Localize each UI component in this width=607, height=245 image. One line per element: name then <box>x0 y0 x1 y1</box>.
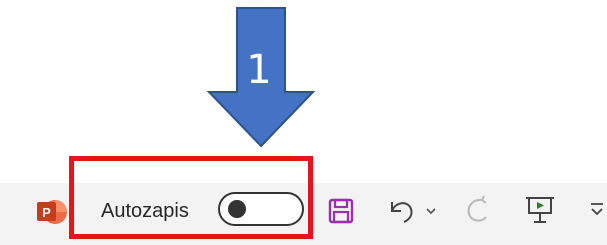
callout-number: 1 <box>246 47 272 93</box>
save-icon[interactable] <box>326 196 356 226</box>
undo-icon[interactable] <box>384 194 416 226</box>
powerpoint-icon[interactable]: P <box>34 194 70 230</box>
toggle-knob <box>228 200 246 218</box>
autosave-label: Autozapis <box>101 200 189 222</box>
start-slideshow-icon[interactable] <box>522 192 558 228</box>
svg-text:P: P <box>42 205 51 220</box>
redo-icon[interactable] <box>462 194 494 226</box>
customize-toolbar-icon[interactable] <box>588 198 606 222</box>
undo-dropdown-chevron-icon[interactable] <box>425 206 437 216</box>
autosave-toggle[interactable] <box>218 192 304 226</box>
